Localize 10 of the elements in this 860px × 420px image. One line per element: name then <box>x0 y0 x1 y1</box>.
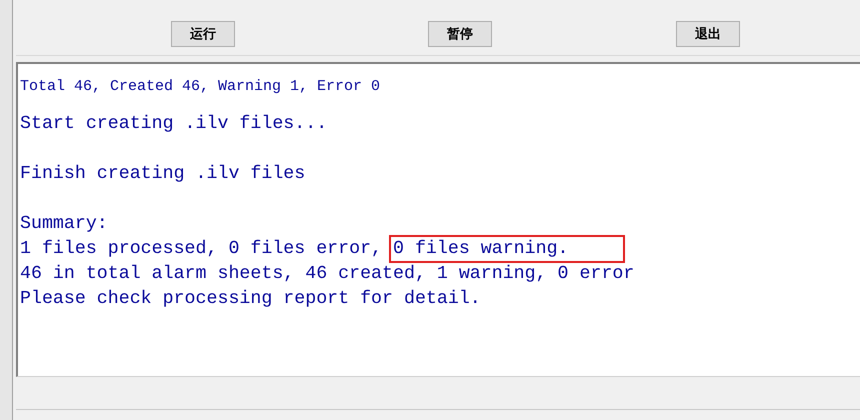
log-line: Please check processing report for detail. <box>20 288 481 311</box>
log-text: 1 files processed, 0 files error, <box>20 239 384 259</box>
log-line: Total 46, Created 46, Warning 1, Error 0 <box>20 77 380 97</box>
log-line: Finish creating .ilv files <box>20 163 306 186</box>
log-line: 46 in total alarm sheets, 46 created, 1 warning, 0 error <box>20 263 634 286</box>
toolbar-button[interactable]: 运行 <box>171 21 235 47</box>
log-line: Summary: <box>20 213 108 236</box>
toolbar-button[interactable]: 暂停 <box>428 21 492 47</box>
log-line: Start creating .ilv files... <box>20 113 328 136</box>
toolbar-button[interactable]: 退出 <box>676 21 740 47</box>
